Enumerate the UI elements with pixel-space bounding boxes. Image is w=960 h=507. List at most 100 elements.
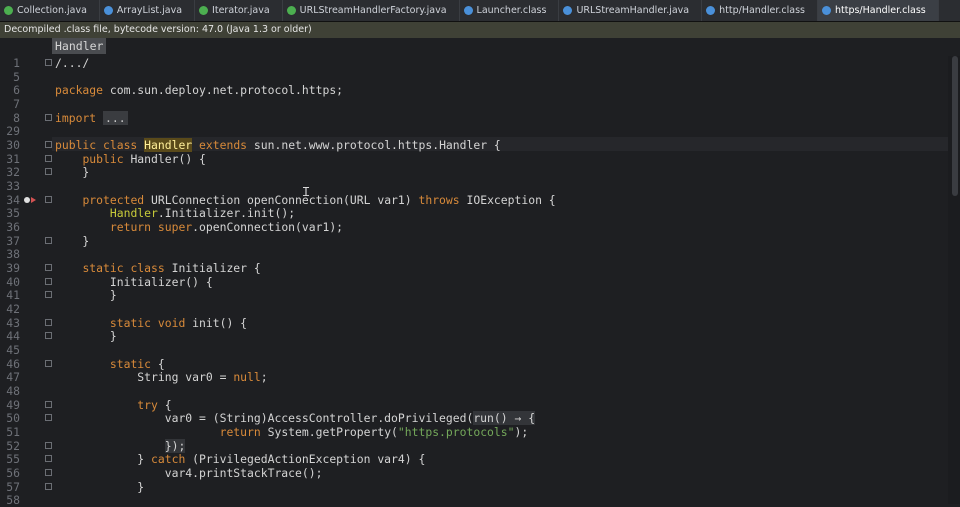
code-line[interactable]: 8 import ... <box>0 110 948 125</box>
code-text: } <box>55 329 117 344</box>
line-number: 52 <box>6 438 20 453</box>
fold-toggle-icon[interactable] <box>45 113 52 121</box>
code-line[interactable]: 41 } <box>0 288 948 302</box>
code-line[interactable]: 40 Initializer() { <box>0 275 948 289</box>
code-line[interactable]: 58 <box>0 493 948 507</box>
line-number: 55 <box>6 452 20 467</box>
line-number: 38 <box>6 247 20 262</box>
code-text: package com.sun.deploy.net.protocol.http… <box>55 83 344 98</box>
code-line[interactable]: 5 <box>0 70 948 84</box>
tab-label: Iterator.java <box>212 5 270 16</box>
code-text: var4.printStackTrace(); <box>55 466 323 481</box>
fold-toggle-icon[interactable] <box>45 441 52 449</box>
fold-toggle-icon[interactable] <box>45 414 52 422</box>
code-text: } catch (PrivilegedActionException var4)… <box>55 452 426 467</box>
tab-2[interactable]: Iterator.java <box>195 0 283 21</box>
override-arrow-icon[interactable] <box>31 196 36 203</box>
fold-toggle-icon[interactable] <box>45 482 52 490</box>
line-number: 45 <box>6 343 20 358</box>
code-line[interactable]: 32 } <box>0 165 948 179</box>
line-number: 47 <box>6 370 20 385</box>
code-line[interactable]: 43 static void init() { <box>0 316 948 330</box>
breadcrumb[interactable]: Handler <box>52 38 107 54</box>
code-line[interactable]: 57 } <box>0 480 948 494</box>
code-line[interactable]: 44 } <box>0 329 948 343</box>
code-line[interactable]: 55 } catch (PrivilegedActionException va… <box>0 452 948 466</box>
line-number: 8 <box>13 110 20 125</box>
fold-toggle-icon[interactable] <box>45 154 52 162</box>
code-line[interactable]: 29 <box>0 124 948 138</box>
code-line[interactable]: 35 Handler.Initializer.init(); <box>0 206 948 220</box>
code-line[interactable]: 56 var4.printStackTrace(); <box>0 466 948 480</box>
fold-toggle-icon[interactable] <box>45 264 52 272</box>
fold-toggle-icon[interactable] <box>45 277 52 285</box>
code-line[interactable]: 30 public class Handler extends sun.net.w… <box>0 138 948 153</box>
tab-6[interactable]: http/Handler.class <box>702 0 818 21</box>
class-icon <box>103 6 113 15</box>
code-line[interactable]: 47 String var0 = null; <box>0 370 948 384</box>
fold-toggle-icon[interactable] <box>45 141 52 149</box>
fold-toggle-icon[interactable] <box>45 291 52 299</box>
line-number: 5 <box>13 69 20 84</box>
code-line[interactable]: 51 return System.getProperty("https.prot… <box>0 425 948 439</box>
tab-3[interactable]: URLStreamHandlerFactory.java <box>283 0 460 21</box>
code-line[interactable]: 38 <box>0 247 948 261</box>
fold-toggle-icon[interactable] <box>45 168 52 176</box>
fold-toggle-icon[interactable] <box>45 400 52 408</box>
fold-toggle-icon[interactable] <box>45 318 52 326</box>
fold-toggle-icon[interactable] <box>45 195 52 203</box>
code-text: } <box>55 233 90 248</box>
code-text: public class Handler extends sun.net.www… <box>55 138 501 153</box>
class-icon <box>563 6 573 15</box>
tab-1[interactable]: ArrayList.java <box>100 0 196 21</box>
code-line[interactable]: 46 static { <box>0 357 948 371</box>
fold-toggle-icon[interactable] <box>45 332 52 340</box>
code-line[interactable]: 52 }); <box>0 438 948 453</box>
code-line[interactable]: 49 try { <box>0 398 948 412</box>
code-line[interactable]: 6 package com.sun.deploy.net.protocol.htt… <box>0 83 948 97</box>
fold-toggle-icon[interactable] <box>45 59 52 66</box>
line-number: 48 <box>6 384 20 399</box>
code-line[interactable]: 7 <box>0 97 948 111</box>
vertical-scrollbar[interactable] <box>948 56 960 504</box>
code-text: var0 = (String)AccessController.doPrivil… <box>55 411 536 426</box>
code-line[interactable]: 31 public Handler() { <box>0 152 948 166</box>
code-line[interactable]: 39 static class Initializer { <box>0 261 948 275</box>
line-number: 46 <box>6 356 20 371</box>
code-line[interactable]: 50 var0 = (String)AccessController.doPri… <box>0 411 948 426</box>
fold-toggle-icon[interactable] <box>45 455 52 463</box>
tab-label: Collection.java <box>17 5 87 16</box>
line-number: 32 <box>6 165 20 180</box>
interface-icon <box>199 6 209 15</box>
line-number: 40 <box>6 274 20 289</box>
tab-0[interactable]: Collection.java <box>0 0 100 21</box>
fold-toggle-icon[interactable] <box>45 359 52 367</box>
tab-7[interactable]: https/Handler.class <box>817 0 939 21</box>
breakpoint-icon[interactable] <box>24 196 30 203</box>
code-text: return super.openConnection(var1); <box>109 220 344 235</box>
line-number: 29 <box>6 124 20 139</box>
code-editor[interactable]: 1 /.../ 5 6 package com.sun.deploy.net.proto… <box>0 56 960 507</box>
code-line[interactable]: 48 <box>0 384 948 398</box>
code-line[interactable]: 36 return super.openConnection(var1); <box>0 220 948 234</box>
line-number: 36 <box>6 220 20 235</box>
line-number: 57 <box>6 479 20 494</box>
code-line[interactable]: 33 <box>0 179 948 193</box>
code-text: String var0 = null; <box>55 370 268 385</box>
code-line[interactable]: 45 <box>0 343 948 357</box>
line-number: 7 <box>13 97 20 111</box>
code-text: } <box>55 165 90 180</box>
code-line[interactable]: 34 protected URLConnection openConnectio… <box>0 193 948 207</box>
code-text: } <box>55 479 145 494</box>
line-number: 33 <box>6 179 20 194</box>
code-line[interactable]: 37 } <box>0 234 948 248</box>
tab-4[interactable]: Launcher.class <box>460 0 560 21</box>
scrollbar-thumb[interactable] <box>952 56 958 196</box>
code-line[interactable]: 42 <box>0 302 948 316</box>
tab-5[interactable]: URLStreamHandler.java <box>559 0 703 21</box>
fold-toggle-icon[interactable] <box>45 236 52 244</box>
code-line[interactable]: 1 /.../ <box>0 56 948 70</box>
fold-toggle-icon[interactable] <box>45 469 52 477</box>
code-text: static void init() { <box>109 315 248 330</box>
tab-label: ArrayList.java <box>116 5 183 16</box>
